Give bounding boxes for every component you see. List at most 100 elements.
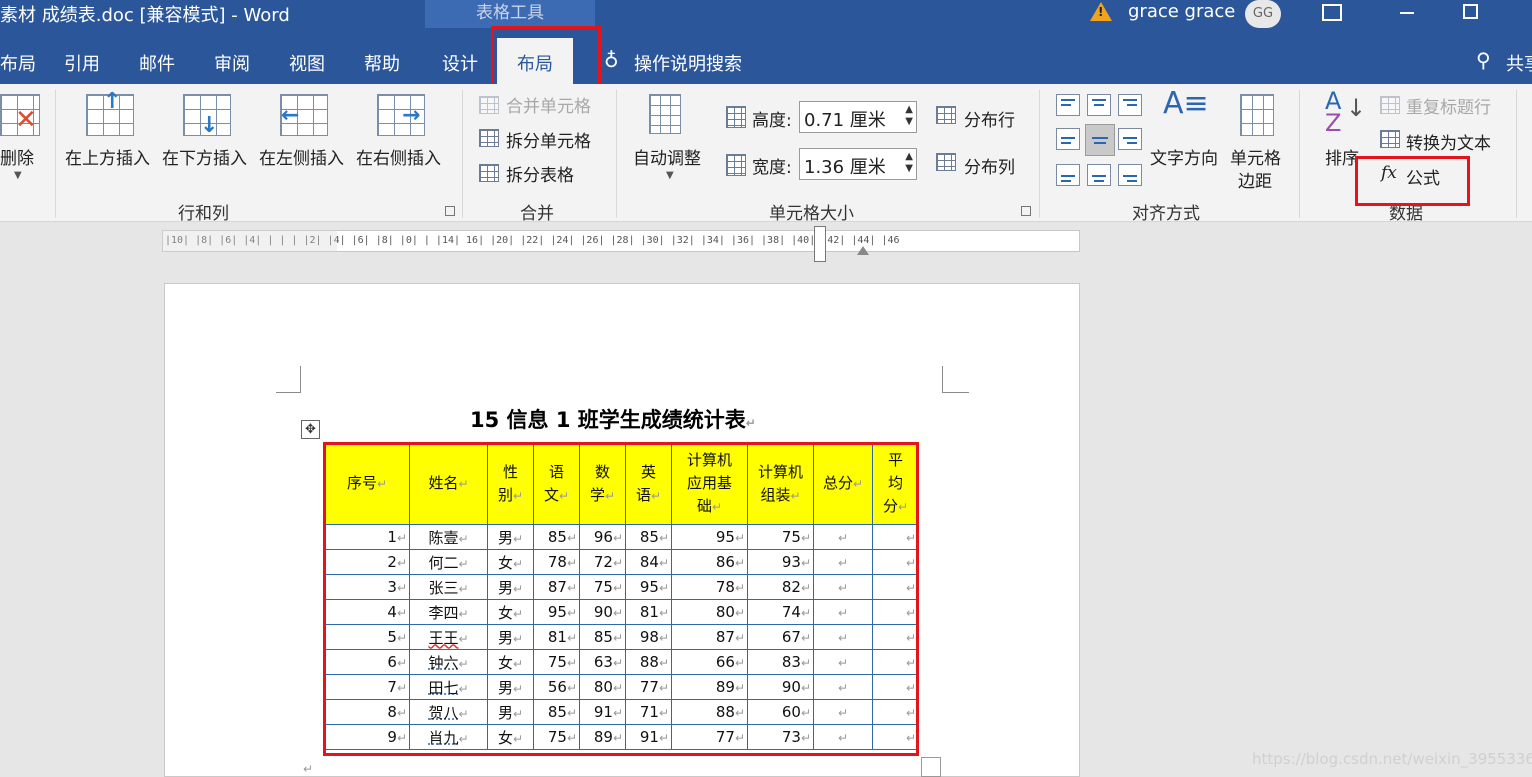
ribbon-display-options-icon[interactable] (1322, 4, 1342, 21)
table-move-handle-icon[interactable]: ✥ (301, 420, 320, 439)
sort-az-icon[interactable]: AZ (1325, 89, 1341, 135)
tab-references[interactable]: 引用 (64, 50, 100, 76)
sort-arrow-icon[interactable]: ↓ (1346, 94, 1366, 122)
chevron-down-icon[interactable]: ▼ (14, 170, 22, 181)
divider (462, 90, 463, 218)
merge-cells-icon (479, 96, 499, 114)
tab-view[interactable]: 视图 (289, 50, 325, 76)
tab-help[interactable]: 帮助 (364, 50, 400, 76)
group-label-alignment: 对齐方式 (1132, 204, 1200, 224)
dialog-launcher-icon[interactable] (1021, 206, 1031, 216)
warning-icon[interactable]: ! (1090, 2, 1112, 21)
insert-below-icon[interactable]: ↓ (183, 94, 231, 137)
formula-highlight-box (1355, 156, 1470, 206)
delete-table-icon[interactable]: ✕ (0, 94, 40, 136)
restore-icon[interactable] (1463, 4, 1478, 19)
row-height-icon (726, 106, 746, 128)
align-bottom-right-icon[interactable] (1118, 164, 1142, 186)
tab-layout-page[interactable]: 布局 (0, 50, 36, 76)
insert-below-button[interactable]: 在下方插入 (162, 144, 247, 169)
align-bottom-left-icon[interactable] (1056, 164, 1080, 186)
crop-mark (276, 366, 301, 393)
insert-left-button[interactable]: 在左侧插入 (259, 144, 344, 169)
merge-cells-button: 合并单元格 (506, 97, 591, 117)
align-top-center-icon[interactable] (1087, 94, 1111, 116)
user-name[interactable]: grace grace (1128, 1, 1235, 22)
sort-button[interactable]: 排序 (1325, 144, 1359, 169)
split-cells-button[interactable]: 拆分单元格 (506, 127, 591, 152)
group-label-rows-cols: 行和列 (178, 204, 229, 224)
spinner-arrows-icon[interactable]: ▲ ▼ (905, 151, 913, 175)
minimize-icon[interactable] (1400, 12, 1414, 14)
column-width-icon (726, 154, 746, 176)
tab-mailings[interactable]: 邮件 (139, 50, 175, 76)
table-resize-handle[interactable] (921, 757, 941, 777)
align-middle-center-icon[interactable] (1085, 124, 1115, 156)
divider (1516, 90, 1517, 218)
ruler-margin-shade (162, 230, 337, 252)
repeat-header-button: 重复标题行 (1406, 98, 1491, 118)
align-top-left-icon[interactable] (1056, 94, 1080, 116)
paragraph-mark: ↵ (303, 762, 314, 776)
height-label: 高度: (752, 111, 792, 131)
chevron-down-icon[interactable]: ▼ (666, 170, 674, 181)
column-width-input[interactable]: 1.36 厘米 ▲ ▼ (799, 148, 917, 180)
convert-to-text-button[interactable]: 转换为文本 (1406, 129, 1491, 154)
document-heading: 15 信息 1 班学生成绩统计表↵ (470, 408, 756, 432)
column-width-value: 1.36 厘米 (804, 157, 886, 178)
avatar[interactable]: GG (1245, 0, 1281, 28)
group-label-merge: 合并 (520, 204, 554, 224)
row-height-value: 0.71 厘米 (804, 110, 886, 131)
split-cells-icon[interactable] (479, 129, 499, 147)
dialog-launcher-icon[interactable] (445, 206, 455, 216)
group-label-cell-size: 单元格大小 (769, 204, 854, 224)
divider (1039, 90, 1040, 218)
watermark: https://blog.csdn.net/weixin_39553363 (1252, 750, 1532, 768)
right-indent-marker-icon[interactable] (857, 246, 869, 255)
align-middle-left-icon[interactable] (1056, 128, 1080, 150)
width-label: 宽度: (752, 158, 792, 178)
crop-mark (942, 366, 969, 393)
split-table-button[interactable]: 拆分表格 (506, 161, 574, 186)
distribute-columns-icon[interactable] (936, 153, 956, 171)
convert-to-text-icon[interactable] (1380, 130, 1400, 148)
spinner-arrows-icon[interactable]: ▲ ▼ (905, 104, 913, 128)
ribbon-tab-row: 布局 引用 邮件 审阅 视图 帮助 设计 布局 ♁ 操作说明搜索 ⚲ 共享 (0, 28, 1532, 84)
ribbon: ✕ 删除 ▼ ↑ 在上方插入 ↓ 在下方插入 ← 在左侧插入 → 在右侧插入 行… (0, 84, 1532, 224)
align-middle-right-icon[interactable] (1118, 128, 1142, 150)
divider (1299, 90, 1300, 218)
table-highlight-box (323, 442, 919, 756)
autofit-icon[interactable] (649, 94, 681, 134)
insert-left-icon[interactable]: ← (280, 94, 328, 136)
divider (55, 90, 56, 218)
share-person-icon[interactable]: ⚲ (1476, 48, 1491, 72)
insert-right-icon[interactable]: → (377, 94, 425, 136)
cell-margins-icon[interactable] (1240, 94, 1274, 136)
row-height-input[interactable]: 0.71 厘米 ▲ ▼ (799, 101, 917, 133)
divider (616, 90, 617, 218)
distribute-columns-button[interactable]: 分布列 (964, 153, 1015, 178)
delete-button[interactable]: 删除 (0, 144, 34, 169)
insert-right-button[interactable]: 在右侧插入 (356, 144, 441, 169)
align-bottom-center-icon[interactable] (1087, 164, 1111, 186)
document-title: 素材 成绩表.doc [兼容模式] - Word (0, 5, 290, 26)
tab-review[interactable]: 审阅 (214, 50, 250, 76)
split-table-icon[interactable] (479, 164, 499, 182)
insert-above-icon[interactable]: ↑ (86, 91, 134, 136)
indent-marker-icon[interactable] (814, 226, 826, 262)
distribute-rows-icon[interactable] (936, 106, 956, 124)
align-top-right-icon[interactable] (1118, 94, 1142, 116)
lightbulb-icon[interactable]: ♁ (604, 48, 619, 72)
distribute-rows-button[interactable]: 分布行 (964, 106, 1015, 131)
repeat-header-icon (1380, 96, 1400, 114)
cell-margins-button-line2[interactable]: 边距 (1238, 167, 1272, 192)
insert-above-button[interactable]: 在上方插入 (65, 144, 150, 169)
share-button[interactable]: 共享 (1506, 50, 1532, 76)
text-direction-button[interactable]: 文字方向 (1150, 144, 1218, 169)
title-bar: 素材 成绩表.doc [兼容模式] - Word (0, 0, 1532, 28)
cell-margins-button[interactable]: 单元格 (1230, 144, 1281, 169)
text-direction-icon[interactable]: A≡ (1163, 86, 1209, 121)
tab-table-design[interactable]: 设计 (442, 50, 478, 76)
tell-me-search[interactable]: 操作说明搜索 (634, 50, 742, 76)
autofit-button[interactable]: 自动调整 (633, 144, 701, 169)
